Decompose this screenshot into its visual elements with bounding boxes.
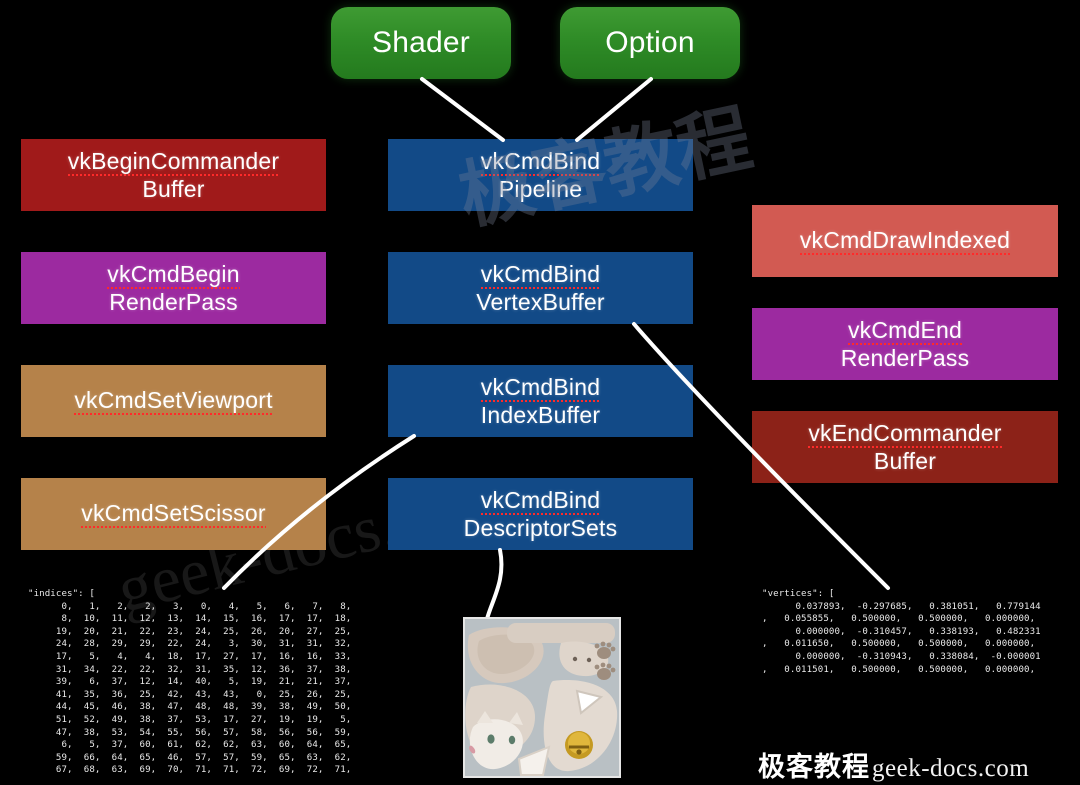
brand-watermark: 极客教程 geek-docs.com: [758, 745, 1029, 784]
node-vkcmdbeginrenderpass-label-1: vkCmdBegin: [107, 261, 240, 289]
node-vkcmdendrenderpass[interactable]: vkCmdEnd RenderPass: [752, 308, 1058, 380]
node-vkcmdsetscissor-label: vkCmdSetScissor: [81, 500, 266, 528]
node-vkbegincommandbuffer[interactable]: vkBeginCommander Buffer: [21, 139, 326, 211]
cat-texture-atlas-image: [463, 617, 621, 778]
node-vkcmdbinddescriptorsets-label-1: vkCmdBind: [480, 487, 601, 515]
node-vkcmdbindpipeline-label-2: Pipeline: [498, 175, 583, 202]
node-option[interactable]: Option: [560, 7, 740, 79]
node-vkcmdbindvertexbuffer-label-2: VertexBuffer: [476, 288, 605, 315]
node-vkendcommandbuffer[interactable]: vkEndCommander Buffer: [752, 411, 1058, 483]
node-vkcmdbindvertexbuffer-label-1: vkCmdBind: [480, 261, 601, 289]
node-shader-label: Shader: [372, 25, 470, 59]
node-vkcmdbindvertexbuffer[interactable]: vkCmdBind VertexBuffer: [388, 252, 693, 324]
node-vkbegincommandbuffer-label-1: vkBeginCommander: [67, 148, 280, 176]
node-vkcmdendrenderpass-label-1: vkCmdEnd: [847, 317, 963, 345]
node-vkendcommandbuffer-label-2: Buffer: [873, 447, 937, 474]
node-vkcmddrawindexed-label: vkCmdDrawIndexed: [799, 227, 1011, 255]
node-vkcmdbeginrenderpass-label-2: RenderPass: [109, 288, 238, 315]
connector-desc-to-atlas: [485, 548, 504, 621]
node-option-label: Option: [605, 25, 695, 59]
node-vkcmdsetscissor[interactable]: vkCmdSetScissor: [21, 478, 326, 550]
node-vkcmdsetviewport-label: vkCmdSetViewport: [74, 387, 273, 415]
node-vkcmdbinddescriptorsets-label-2: DescriptorSets: [463, 514, 618, 541]
node-vkbegincommandbuffer-label-2: Buffer: [142, 175, 205, 202]
vertices-code-block: "vertices": [ 0.037893, -0.297685, 0.381…: [762, 589, 1041, 675]
node-vkendcommandbuffer-label-1: vkEndCommander: [808, 420, 1002, 448]
connector-option-to-pipeline: [575, 77, 653, 142]
node-vkcmdendrenderpass-label-2: RenderPass: [840, 344, 970, 371]
node-vkcmdbindindexbuffer-label-1: vkCmdBind: [480, 374, 601, 402]
node-vkcmddrawindexed[interactable]: vkCmdDrawIndexed: [752, 205, 1058, 277]
node-vkcmdbindpipeline-label-1: vkCmdBind: [480, 148, 601, 176]
indices-code-block: "indices": [ 0, 1, 2, 2, 3, 0, 4, 5, 6, …: [28, 589, 352, 776]
node-vkcmdbinddescriptorsets[interactable]: vkCmdBind DescriptorSets: [388, 478, 693, 550]
brand-domain-text: geek-docs.com: [872, 755, 1030, 782]
node-vkcmdbindindexbuffer-label-2: IndexBuffer: [480, 401, 601, 428]
connector-shader-to-pipeline: [420, 77, 505, 142]
node-shader[interactable]: Shader: [331, 7, 511, 79]
node-vkcmdsetviewport[interactable]: vkCmdSetViewport: [21, 365, 326, 437]
cat-texture-atlas-svg: [465, 619, 619, 776]
node-vkcmdbindindexbuffer[interactable]: vkCmdBind IndexBuffer: [388, 365, 693, 437]
node-vkcmdbeginrenderpass[interactable]: vkCmdBegin RenderPass: [21, 252, 326, 324]
diagram-canvas: geek-docs. com Shader Option vkBeginComm…: [0, 0, 1080, 785]
node-vkcmdbindpipeline[interactable]: vkCmdBind Pipeline: [388, 139, 693, 211]
brand-cjk-text: 极客教程: [758, 752, 870, 783]
